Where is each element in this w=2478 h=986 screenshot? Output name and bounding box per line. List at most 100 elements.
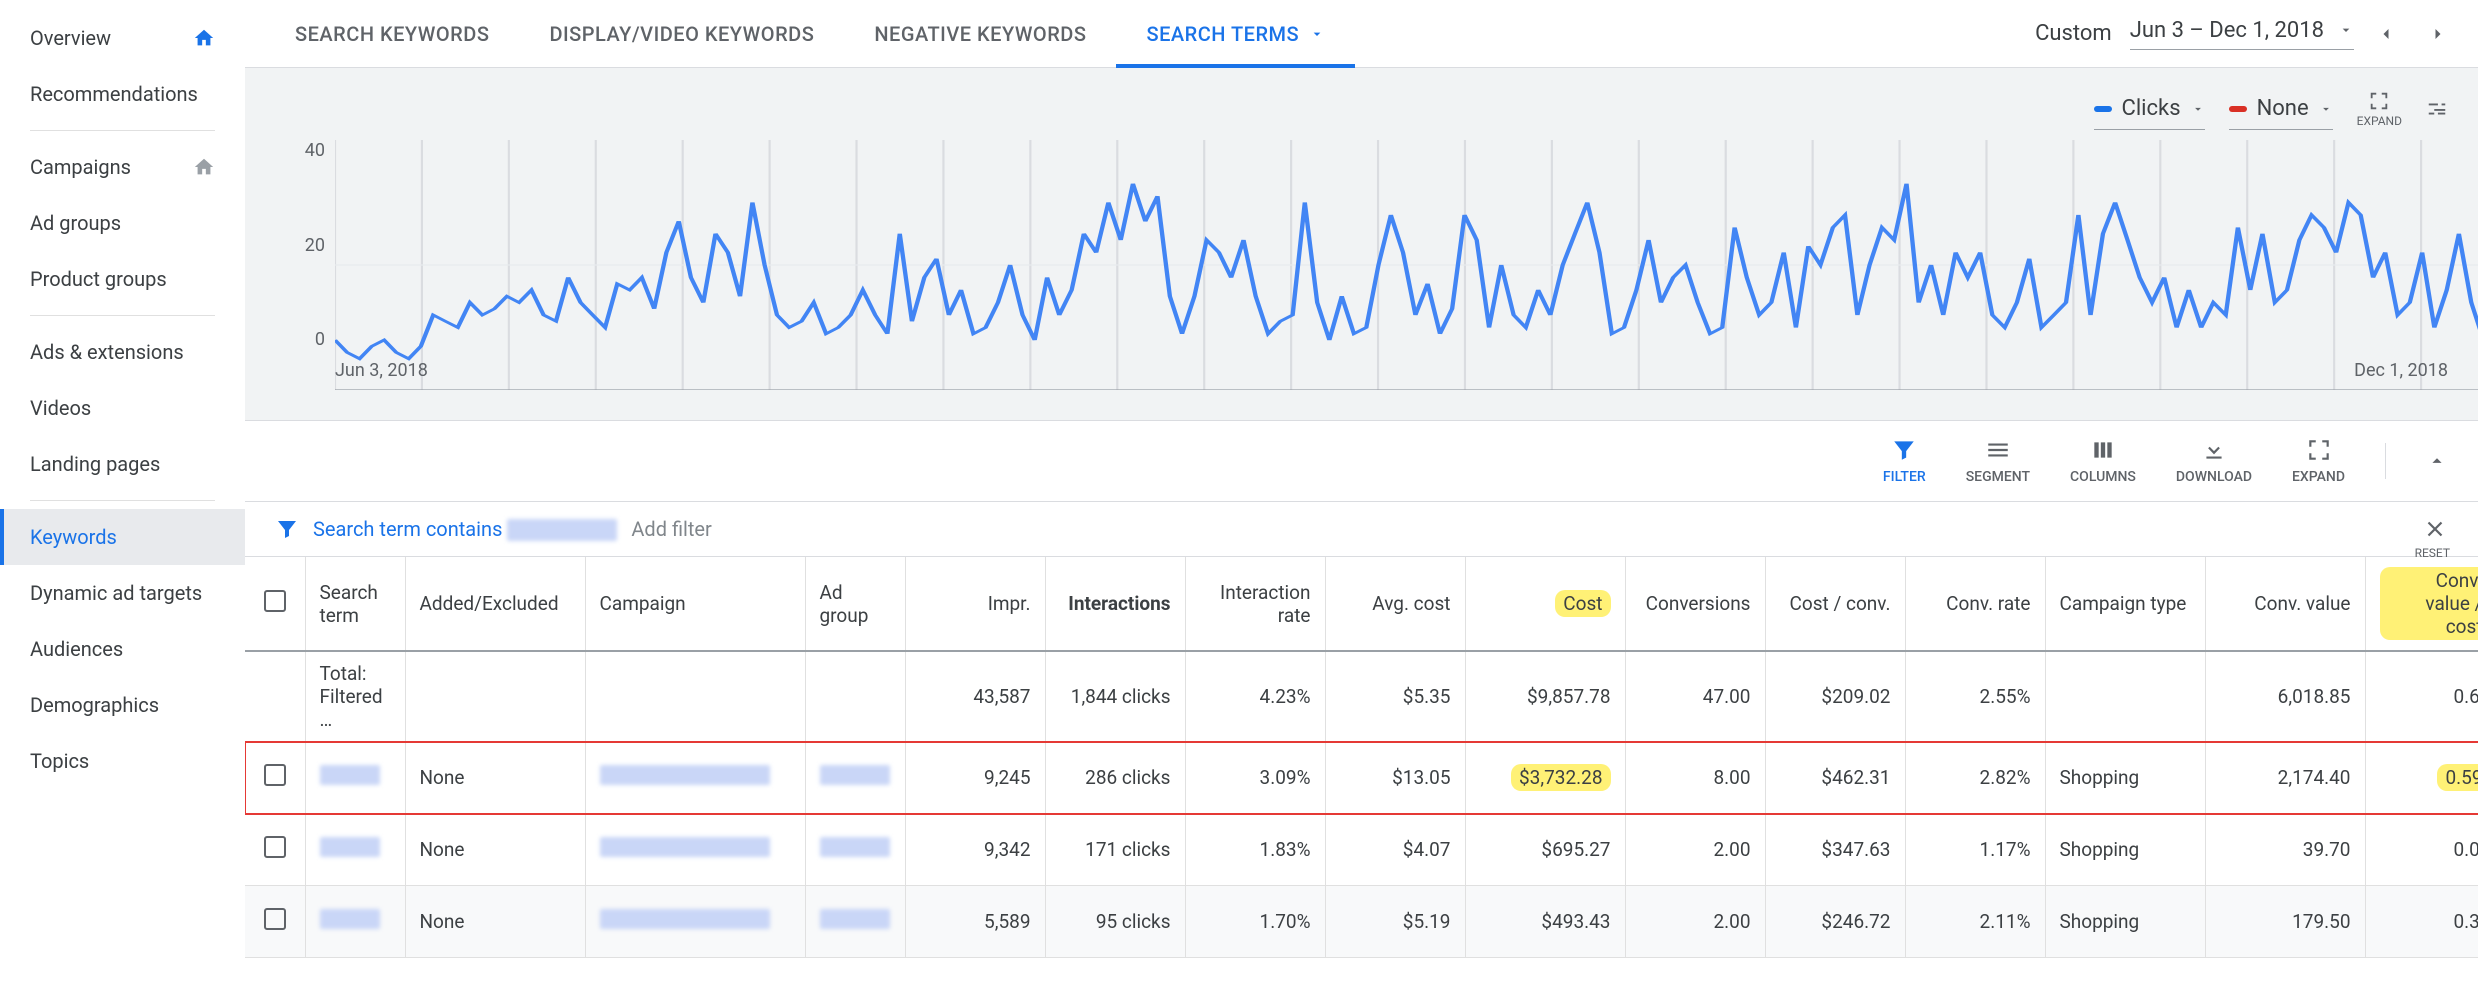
sidebar-item-videos[interactable]: Videos (0, 380, 245, 436)
filter-button[interactable]: FILTER (1883, 437, 1926, 485)
reset-label[interactable]: RESET (2415, 546, 2450, 560)
filter-chip-label: Search term contains (313, 517, 502, 541)
header-label: Interactions (1068, 592, 1170, 615)
sidebar-label: Recommendations (30, 82, 198, 106)
collapse-toolbar-button[interactable] (2426, 450, 2448, 472)
cell: $462.31 (1765, 742, 1905, 814)
download-icon (2201, 437, 2227, 463)
table-row[interactable]: None 9,342 171 clicks 1.83% $4.07 $695.2… (245, 814, 2478, 886)
table-row[interactable]: None 5,589 95 clicks 1.70% $5.19 $493.43… (245, 886, 2478, 958)
table-row-total: Total: Filtered … 43,587 1,844 clicks 4.… (245, 651, 2478, 742)
cell: 2.55% (1905, 651, 2045, 742)
cell: 9,245 (905, 742, 1045, 814)
sidebar-item-adgroups[interactable]: Ad groups (0, 195, 245, 251)
cell: $4.07 (1325, 814, 1465, 886)
cell: 6,018.85 (2205, 651, 2365, 742)
cell-redacted (305, 742, 405, 814)
cell-redacted (585, 742, 805, 814)
header-added[interactable]: Added/Excluded (405, 557, 585, 651)
cell: $5.35 (1325, 651, 1465, 742)
tab-search-keywords[interactable]: SEARCH KEYWORDS (265, 0, 519, 68)
cell: $347.63 (1765, 814, 1905, 886)
sidebar-item-landing[interactable]: Landing pages (0, 436, 245, 492)
metric-select-1[interactable]: Clicks (2094, 88, 2205, 130)
adjust-chart-button[interactable] (2426, 98, 2448, 120)
row-checkbox[interactable] (245, 742, 305, 814)
sidebar-item-ads[interactable]: Ads & extensions (0, 324, 245, 380)
close-icon (2422, 516, 2448, 542)
filter-chip[interactable]: Search term contains (313, 517, 617, 542)
cell: 8.00 (1625, 742, 1765, 814)
cell: Shopping (2045, 814, 2205, 886)
sidebar-item-productgroups[interactable]: Product groups (0, 251, 245, 307)
header-irate[interactable]: Interaction rate (1185, 557, 1325, 651)
cell-redacted (805, 886, 905, 958)
tab-display-video[interactable]: DISPLAY/VIDEO KEYWORDS (519, 0, 844, 68)
header-avgcost[interactable]: Avg. cost (1325, 557, 1465, 651)
data-table: Search term Added/Excluded Campaign Ad g… (245, 556, 2478, 958)
header-impr[interactable]: Impr. (905, 557, 1045, 651)
cell: $9,857.78 (1465, 651, 1625, 742)
header-costconv[interactable]: Cost / conv. (1765, 557, 1905, 651)
tab-label: SEARCH TERMS (1146, 22, 1299, 46)
sidebar-item-overview[interactable]: Overview (0, 10, 245, 66)
add-filter-button[interactable]: Add filter (631, 517, 711, 541)
header-convrate[interactable]: Conv. rate (1905, 557, 2045, 651)
tab-negative[interactable]: NEGATIVE KEYWORDS (844, 0, 1116, 68)
table-row[interactable]: None 9,245 286 clicks 3.09% $13.05 $3,73… (245, 742, 2478, 814)
header-convval[interactable]: Conv. value (2205, 557, 2365, 651)
x-tick: Jun 3, 2018 (335, 360, 428, 390)
sidebar-item-campaigns[interactable]: Campaigns (0, 139, 245, 195)
expand-table-button[interactable]: EXPAND (2292, 437, 2345, 485)
cell: $493.43 (1465, 886, 1625, 958)
caret-down-icon (2338, 22, 2354, 38)
tab-search-terms[interactable]: SEARCH TERMS (1116, 0, 1355, 68)
sidebar-item-keywords[interactable]: Keywords (0, 509, 245, 565)
sidebar-item-dynamic[interactable]: Dynamic ad targets (0, 565, 245, 621)
tool-label: SEGMENT (1966, 469, 2030, 485)
cell: 2,174.40 (2205, 742, 2365, 814)
row-checkbox[interactable] (245, 814, 305, 886)
date-range-picker[interactable]: Custom Jun 3 – Dec 1, 2018 (2035, 14, 2458, 54)
header-ctype[interactable]: Campaign type (2045, 557, 2205, 651)
header-search-term[interactable]: Search term (305, 557, 405, 651)
download-button[interactable]: DOWNLOAD (2176, 437, 2252, 485)
divider (30, 500, 215, 501)
expand-label: EXPAND (2357, 114, 2402, 128)
sidebar-item-recommendations[interactable]: Recommendations (0, 66, 245, 122)
next-period-button[interactable] (2418, 14, 2458, 54)
cell-redacted (805, 814, 905, 886)
sidebar-item-topics[interactable]: Topics (0, 733, 245, 789)
header-label: Conv. value / cost (2380, 567, 2478, 640)
close-filter-button[interactable] (2422, 516, 2448, 542)
header-convvalcost[interactable]: Conv. value / cost (2365, 557, 2478, 651)
cell-redacted (585, 814, 805, 886)
chart-controls: Clicks None EXPAND (275, 88, 2448, 130)
metric-select-2[interactable]: None (2229, 88, 2333, 130)
cell: 0.61 (2365, 651, 2478, 742)
tool-label: COLUMNS (2070, 469, 2136, 485)
cell-redacted (805, 742, 905, 814)
columns-button[interactable]: COLUMNS (2070, 437, 2136, 485)
chevron-up-icon (2426, 450, 2448, 472)
expand-icon (2306, 437, 2332, 463)
cell-cost: $3,732.28 (1465, 742, 1625, 814)
cell-redacted (305, 814, 405, 886)
segment-button[interactable]: SEGMENT (1966, 437, 2030, 485)
x-tick: Dec 1, 2018 (2354, 360, 2448, 390)
prev-period-button[interactable] (2366, 14, 2406, 54)
cell: $5.19 (1325, 886, 1465, 958)
header-cost[interactable]: Cost (1465, 557, 1625, 651)
header-conversions[interactable]: Conversions (1625, 557, 1765, 651)
header-checkbox[interactable] (245, 557, 305, 651)
header-campaign[interactable]: Campaign (585, 557, 805, 651)
sidebar-item-demographics[interactable]: Demographics (0, 677, 245, 733)
sidebar-item-audiences[interactable]: Audiences (0, 621, 245, 677)
expand-chart-button[interactable]: EXPAND (2357, 90, 2402, 128)
cell: 47.00 (1625, 651, 1765, 742)
cell (2045, 651, 2205, 742)
row-checkbox[interactable] (245, 886, 305, 958)
header-interactions[interactable]: Interactions (1045, 557, 1185, 651)
cell: 9,342 (905, 814, 1045, 886)
header-adgroup[interactable]: Ad group (805, 557, 905, 651)
